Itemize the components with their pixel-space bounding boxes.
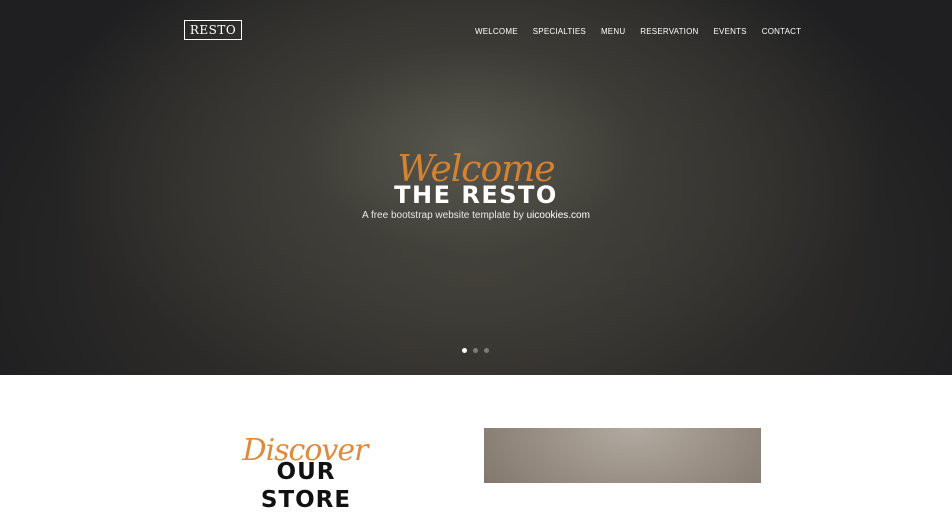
store-title: OUR STORE <box>260 459 352 513</box>
store-image <box>484 428 761 483</box>
hero-subtitle-link[interactable]: uicookies.com <box>527 210 590 221</box>
hero-subtitle: A free bootstrap website template by uic… <box>0 210 952 222</box>
nav-contact[interactable]: CONTACT <box>762 27 801 37</box>
logo-text: RESTO <box>189 23 237 37</box>
nav-menu[interactable]: MENU <box>601 27 625 37</box>
slider-dot-1[interactable] <box>462 348 467 353</box>
slider-pagination <box>462 348 489 353</box>
nav-reservation[interactable]: RESERVATION <box>640 27 698 37</box>
hero-title: THE RESTO <box>394 181 558 209</box>
hero-subtitle-text: A free bootstrap website template by <box>362 210 527 221</box>
nav-welcome[interactable]: WELCOME <box>475 27 518 37</box>
slider-dot-3[interactable] <box>484 348 489 353</box>
nav-events[interactable]: EVENTS <box>714 27 747 37</box>
slider-dot-2[interactable] <box>473 348 478 353</box>
hero-slider: RESTO WELCOME SPECIALTIES MENU RESERVATI… <box>0 0 952 375</box>
site-logo[interactable]: RESTO <box>184 20 242 40</box>
nav-specialties[interactable]: SPECIALTIES <box>533 27 586 37</box>
main-nav: WELCOME SPECIALTIES MENU RESERVATION EVE… <box>475 27 816 37</box>
